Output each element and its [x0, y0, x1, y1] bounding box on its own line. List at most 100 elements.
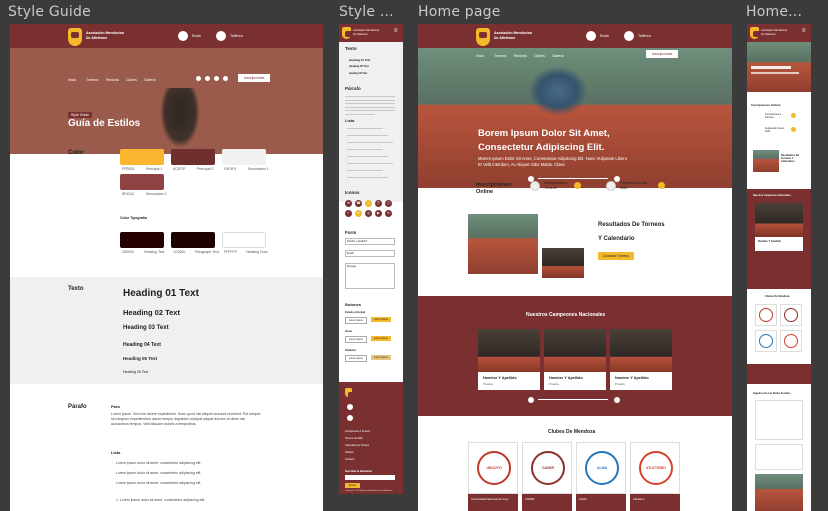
carousel-dot[interactable] [528, 397, 534, 403]
inscripciones-button[interactable]: Inscripciones [646, 50, 679, 58]
search-icon[interactable] [196, 76, 201, 81]
torneos-icon[interactable] [530, 181, 540, 191]
arrow-icon[interactable] [658, 182, 665, 189]
home-page-frame[interactable]: Asociación Mendocina De Atletismo Email … [418, 24, 732, 511]
email-field[interactable]: Email* [345, 250, 395, 257]
footer-link[interactable]: Torneos de AMA [345, 437, 363, 440]
ama-logo-icon[interactable] [68, 28, 82, 46]
champion-card[interactable]: Nombre Y Apellido Prueba [610, 372, 672, 390]
frame-label-style-mobile[interactable]: Style ... [339, 4, 394, 20]
twitter-icon[interactable] [223, 76, 228, 81]
nav-item[interactable]: Torneos [494, 54, 506, 58]
federacion-icon[interactable] [606, 181, 616, 191]
arrow-icon[interactable] [574, 182, 581, 189]
style-mobile-frame[interactable]: Asociación Mendocina De Atletismo ≡ Text… [339, 24, 403, 494]
sample-button-filled[interactable]: Lorem Ipsum [371, 317, 391, 322]
message-field[interactable]: Mensaje [345, 263, 395, 289]
nav-item[interactable]: Galería [552, 54, 563, 58]
sample-icon[interactable]: ✓ [345, 210, 352, 217]
sample-button-filled[interactable]: Lorem Ipsum [371, 355, 391, 360]
sample-button-outline[interactable]: Lorem Ipsum [345, 355, 367, 362]
champion-card[interactable]: Nombre Y Apellido Prueba [544, 372, 606, 390]
nav-item[interactable]: Récords [106, 78, 119, 82]
nav-item[interactable]: Récords [514, 54, 527, 58]
inscripciones-button[interactable]: Inscripciones [238, 74, 271, 82]
footer-link[interactable]: Calendario de Torneos [345, 444, 369, 447]
nav-item[interactable]: Galería [144, 78, 155, 82]
nav-item[interactable]: Clubes [534, 54, 545, 58]
ama-logo-icon[interactable] [750, 27, 761, 39]
footer-link[interactable]: Contacto [345, 458, 355, 461]
home-mobile-frame[interactable]: Asociación Mendocina De Atletismo ≡ Insc… [747, 24, 811, 511]
phone-icon[interactable] [347, 415, 353, 421]
swatch-hex: F4F4F4 [224, 167, 237, 171]
hm-inscripciones-item[interactable]: Federación Anual AMA [765, 127, 789, 133]
hm-champion-card[interactable]: Nombre Y Apellido [755, 237, 803, 251]
footer-link[interactable]: Noticias [345, 451, 354, 454]
phone-icon[interactable] [624, 31, 634, 41]
club-card[interactable]: UNCUYO [468, 442, 518, 494]
sample-button-filled[interactable]: Lorem Ipsum [371, 336, 391, 341]
ama-logo-icon[interactable] [342, 27, 353, 39]
inscripciones-item[interactable]: Inscripciones a Torneos [544, 181, 572, 190]
frame-label-home-mobile[interactable]: Home... [746, 4, 802, 20]
style-guide-frame[interactable]: Asociación Mendocina De Atletismo Email … [10, 24, 323, 511]
facebook-icon[interactable] [214, 76, 219, 81]
home-hero-image: Inicio Torneos Récords Clubes Galería In… [418, 48, 732, 188]
sg-nav: Inicio Torneos Récords Clubes Galería In… [10, 74, 323, 86]
sample-icon[interactable]: ⓕ [375, 200, 382, 207]
email-icon[interactable] [347, 404, 353, 410]
sample-icon[interactable]: ▶ [375, 210, 382, 217]
email-icon[interactable] [178, 31, 188, 41]
twitter-feed-2[interactable] [755, 444, 803, 470]
sample-icon[interactable]: ★ [355, 210, 362, 217]
sample-icon[interactable]: ⌕ [365, 200, 372, 207]
ama-logo-icon[interactable] [345, 388, 356, 398]
footer-link[interactable]: Inscripciones a Torneos [345, 430, 370, 433]
arrow-icon[interactable] [791, 113, 796, 118]
frame-label-home-page[interactable]: Home page [418, 4, 501, 20]
sm-h2: Heading 02 Text [349, 65, 369, 68]
hm-hero-sub [751, 72, 799, 74]
sample-icon[interactable]: ✕ [385, 210, 392, 217]
newsletter-input[interactable] [345, 475, 395, 480]
name-field[interactable]: Nombre y Apellido* [345, 238, 395, 245]
sample-icon[interactable]: ⓘ [385, 200, 392, 207]
heading-3: Heading 03 Text [123, 325, 169, 331]
swatch-hex: FFB534 [122, 167, 135, 171]
btn-group-label: Disabled [345, 349, 356, 352]
hm-inscripciones-item[interactable]: Inscripciones a Torneos [765, 113, 789, 119]
sample-button-outline[interactable]: Lorem Ipsum [345, 336, 367, 343]
menu-icon[interactable]: ≡ [394, 28, 398, 34]
nav-item[interactable]: Inicio [68, 78, 76, 82]
phone-icon[interactable] [216, 31, 226, 41]
runner-figure [528, 66, 588, 116]
sample-icon[interactable]: ☎ [355, 200, 362, 207]
nav-item[interactable]: Clubes [126, 78, 137, 82]
menu-icon[interactable]: ≡ [802, 28, 806, 34]
instagram-icon[interactable] [205, 76, 210, 81]
champion-card[interactable]: Nombre Y Apellido Prueba [478, 372, 540, 390]
twitter-feed[interactable] [755, 400, 803, 440]
sample-icon[interactable]: ✉ [345, 200, 352, 207]
consultar-torneos-button[interactable]: Consultar Torneos [598, 252, 634, 260]
club-card[interactable]: ALMA [576, 442, 626, 494]
inscripciones-item[interactable]: Federación Anual AMA [620, 181, 654, 190]
nav-item[interactable]: Inicio [476, 54, 484, 58]
newsletter-send-button[interactable]: Enviar [345, 483, 360, 488]
ama-logo-icon[interactable] [476, 28, 490, 46]
email-icon[interactable] [586, 31, 596, 41]
hm-band [747, 364, 811, 384]
sample-button-outline[interactable]: Lorem Ipsum [345, 317, 367, 324]
club-badge: UNCUYO [477, 451, 511, 485]
club-card[interactable]: ATLETISMO [630, 442, 680, 494]
nav-item[interactable]: Torneos [86, 78, 98, 82]
color-swatch [171, 149, 215, 165]
champion-name: Nombre Y Apellido [549, 376, 583, 380]
color-swatch [120, 149, 164, 165]
sample-icon[interactable]: ◎ [365, 210, 372, 217]
frame-label-style-guide[interactable]: Style Guide [8, 4, 91, 20]
carousel-dot[interactable] [614, 397, 620, 403]
club-card[interactable]: CAVER [522, 442, 572, 494]
arrow-icon[interactable] [791, 127, 796, 132]
